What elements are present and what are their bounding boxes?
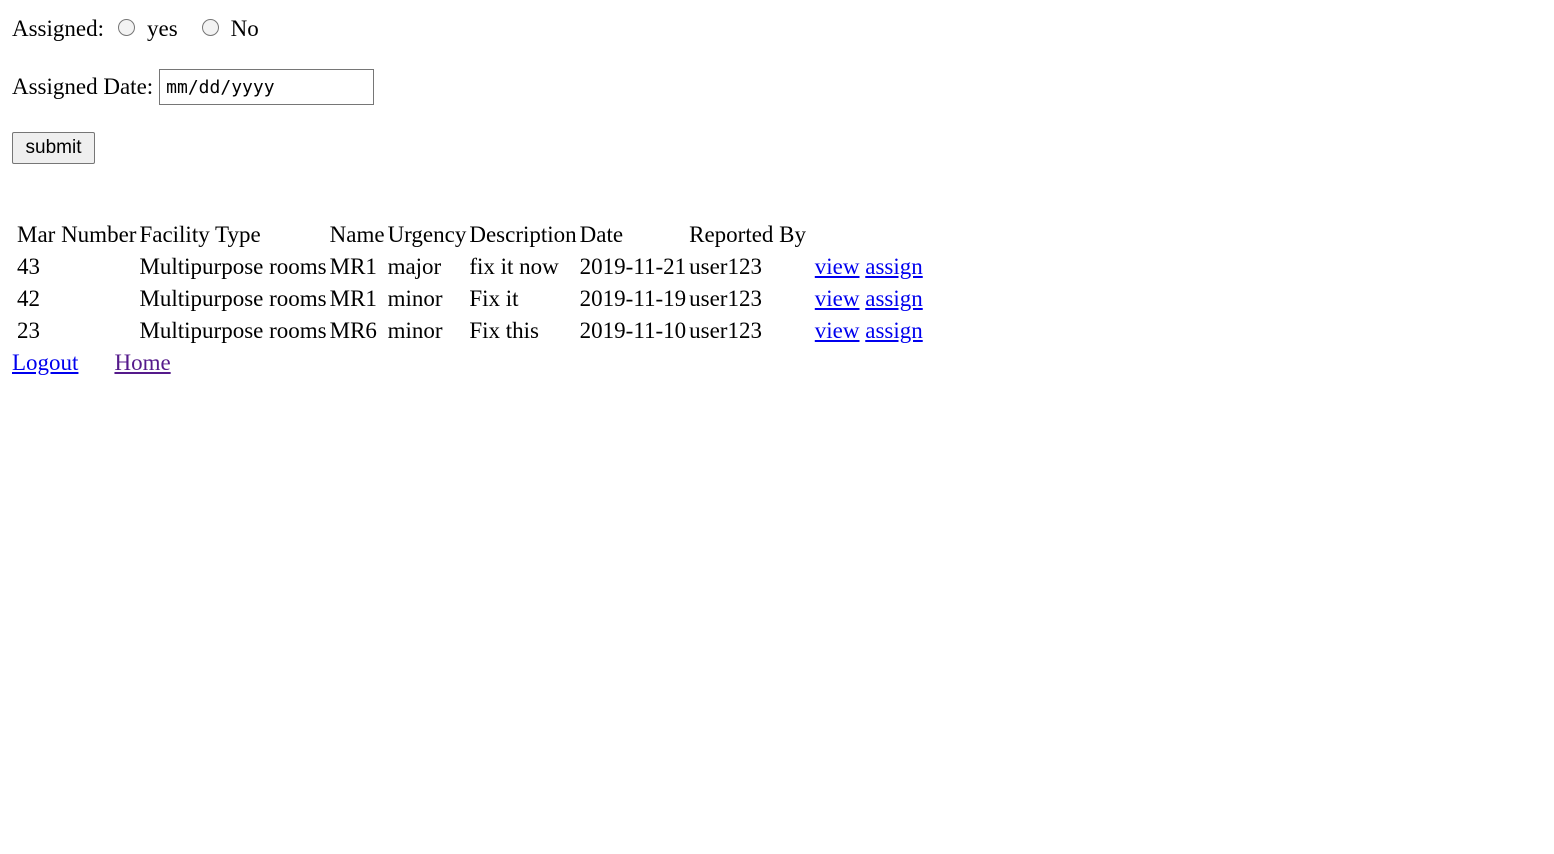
assign-link[interactable]: assign [865,318,923,343]
cell-name: MR6 [329,318,377,343]
cell-facility-type: Multipurpose rooms [139,286,327,311]
cell-facility-type: Multipurpose rooms [139,318,327,343]
assigned-date-filter: Assigned Date: mm/dd/yyyy [12,69,375,105]
cell-name: MR1 [329,286,377,311]
cell-reported-by: user123 [689,318,762,343]
cell-mar-number: 23 [17,318,40,343]
home-link[interactable]: Home [114,350,170,375]
cell-actions: view assign [809,315,923,347]
mar-table: Mar Number Facility Type Name Urgency De… [14,219,926,347]
view-link[interactable]: view [815,318,860,343]
table-row: 42 Multipurpose rooms MR1 minor Fix it 2… [17,283,923,315]
assign-link[interactable]: assign [865,286,923,311]
cell-reported-by: user123 [689,286,762,311]
assigned-label: Assigned: [12,16,104,41]
cell-description: Fix it [469,286,519,311]
date-placeholder: mm/dd/yyyy [166,76,275,98]
column-header: Mar Number [17,222,137,247]
cell-reported-by: user123 [689,254,762,279]
assigned-date-input[interactable]: mm/dd/yyyy [159,69,375,105]
cell-description: Fix this [469,318,540,343]
logout-link[interactable]: Logout [12,350,78,375]
cell-mar-number: 43 [17,254,40,279]
cell-urgency: major [387,254,442,279]
assigned-yes-label[interactable]: yes [147,16,178,42]
cell-date: 2019-11-21 [579,254,687,279]
column-header: Reported By [689,222,807,247]
assigned-no-radio[interactable] [201,18,219,36]
cell-urgency: minor [387,318,443,343]
view-link[interactable]: view [815,286,860,311]
cell-actions: view assign [809,251,923,283]
view-link[interactable]: view [815,254,860,279]
cell-description: fix it now [469,254,559,279]
column-header: Name [329,222,385,247]
column-header: Description [469,222,577,247]
assigned-no-label[interactable]: No [231,16,259,42]
cell-date: 2019-11-19 [579,286,687,311]
table-row: 23 Multipurpose rooms MR6 minor Fix this… [17,315,923,347]
assigned-yes-radio[interactable] [118,18,135,36]
cell-date: 2019-11-10 [579,318,687,343]
column-header: Date [579,222,624,247]
cell-mar-number: 42 [17,286,40,311]
submit-button[interactable]: submit [12,132,95,164]
column-header: Facility Type [139,222,261,247]
column-header: Urgency [387,222,467,247]
assigned-date-label: Assigned Date: [12,74,154,99]
cell-urgency: minor [387,286,443,311]
footer-links: Logout Home [12,347,171,379]
assigned-filter: Assigned: yes No [12,14,259,44]
cell-facility-type: Multipurpose rooms [139,254,327,279]
cell-name: MR1 [329,254,377,279]
table-row: 43 Multipurpose rooms MR1 major fix it n… [17,251,923,283]
column-header-actions [809,219,923,251]
cell-actions: view assign [809,283,923,315]
table-header-row: Mar Number Facility Type Name Urgency De… [17,219,923,251]
assign-link[interactable]: assign [865,254,923,279]
